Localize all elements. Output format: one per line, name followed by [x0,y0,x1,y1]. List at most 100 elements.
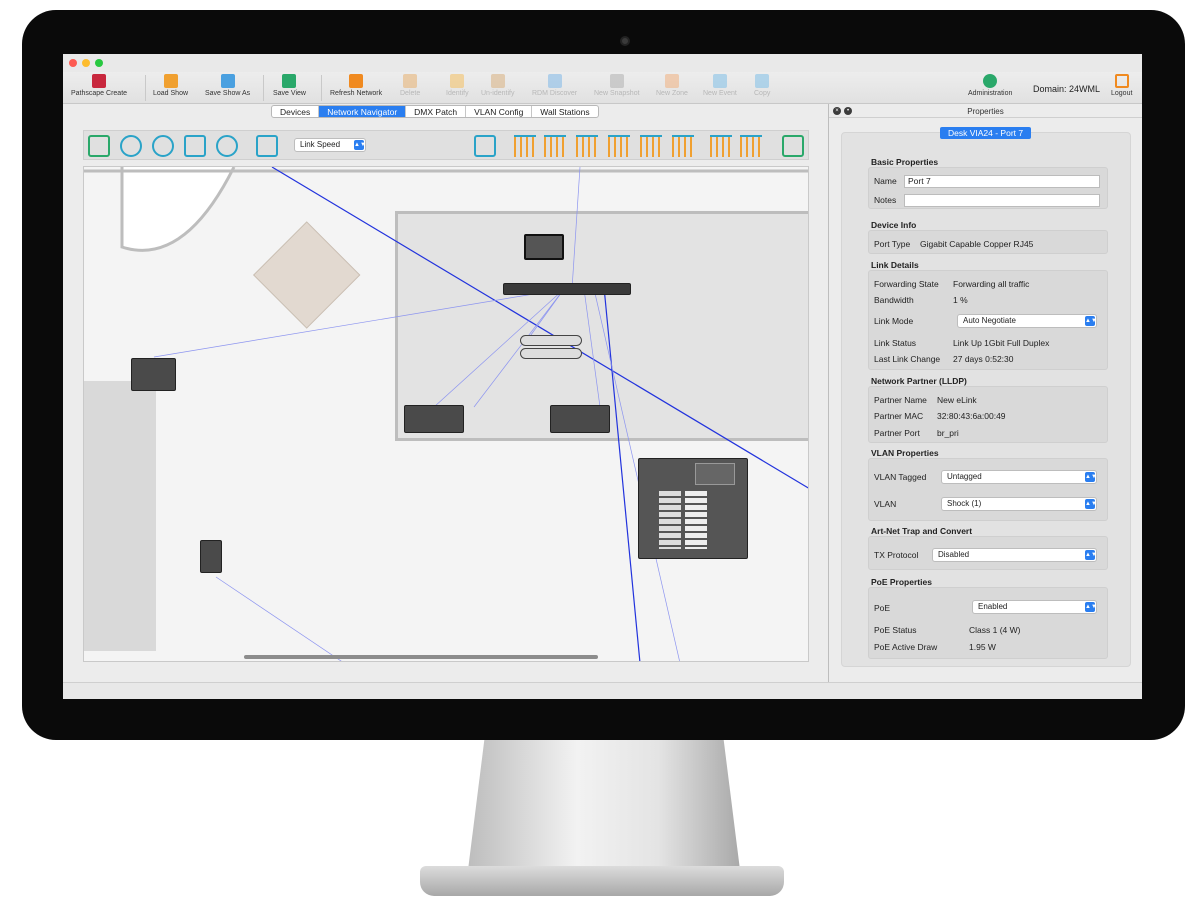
network-node[interactable] [520,348,582,359]
network-device[interactable] [131,358,176,391]
options-icon[interactable]: • [844,107,852,115]
toolbar-button-label: Save Show As [205,90,251,97]
toolbar-button-label: New Snapshot [594,90,640,97]
align-bottom-icon[interactable] [672,135,694,157]
tab-network-navigator[interactable]: Network Navigator [319,106,407,117]
copy-icon [755,74,770,88]
vlan-value: Shock (1) [947,499,982,508]
admin-icon [983,74,998,88]
select-all-icon[interactable] [474,135,496,157]
tab-wall-stations[interactable]: Wall Stations [532,106,597,117]
logout-label: Logout [1111,90,1133,97]
rdm-discover-button[interactable]: RDM Discover [532,74,577,102]
link-details-title: Link Details [871,260,919,270]
distribute-v-icon[interactable] [740,135,762,157]
poe-draw-value: 1.95 W [969,642,996,652]
align-right-icon[interactable] [576,135,598,157]
map-icon[interactable] [256,135,278,157]
view-tabs: Devices Network Navigator DMX Patch VLAN Co… [271,105,599,118]
overlay-select-value: Link Speed [300,140,341,149]
selected-item-pill: Desk VIA24 - Port 7 [940,127,1032,139]
refresh-network-button[interactable]: Refresh Network [330,74,382,102]
zoom-window-button[interactable] [95,59,103,67]
chevron-down-icon: ▲▼ [354,140,366,150]
network-node[interactable] [520,335,582,346]
save-show-as-button[interactable]: Save Show As [205,74,250,102]
link-mode-select[interactable]: Auto Negotiate ▲▼ [957,314,1097,328]
un-identify-button[interactable]: Un-identify [481,74,514,102]
identify-button[interactable]: Identify [446,74,469,102]
administration-button[interactable]: Administration [968,74,1012,102]
new-zone-button[interactable]: New Zone [656,74,688,102]
properties-panel: Desk VIA24 - Port 7 Basic Properties Nam… [841,127,1131,667]
lightbulb-icon [450,74,465,88]
name-field[interactable]: Port 7 [904,175,1100,188]
pathscape-create-button[interactable]: Pathscape Create [71,74,127,102]
align-center-v-icon[interactable] [640,135,662,157]
link-details-group: Forwarding State Forwarding all traffic … [868,270,1108,370]
trash-icon [403,74,418,88]
partner-port-label: Partner Port [874,428,920,438]
notes-field[interactable] [904,194,1100,207]
tab-dmx-patch[interactable]: DMX Patch [406,106,467,117]
load-show-button[interactable]: Load Show [153,74,188,102]
lock-icon[interactable] [782,135,804,157]
link-status-value: Link Up 1Gbit Full Duplex [953,338,1050,348]
close-window-button[interactable] [69,59,77,67]
poe-label: PoE [874,603,891,613]
partner-name-label: Partner Name [874,395,927,405]
refresh-icon [349,74,364,88]
align-left-icon[interactable] [514,135,536,157]
tab-vlan-config[interactable]: VLAN Config [466,106,533,117]
network-device[interactable] [550,405,610,433]
network-canvas[interactable] [83,166,809,662]
device-screen [695,463,735,485]
link-line [215,576,342,661]
copy-button[interactable]: Copy [754,74,770,102]
clock-icon [712,74,727,88]
logout-button[interactable]: Logout [1111,74,1132,102]
network-device[interactable] [200,540,222,573]
vlan-tagged-select[interactable]: Untagged ▲▼ [941,470,1097,484]
minimize-window-button[interactable] [82,59,90,67]
zoom-in-icon[interactable] [120,135,142,157]
poe-select[interactable]: Enabled ▲▼ [972,600,1097,614]
network-switch[interactable] [503,283,631,295]
poe-draw-label: PoE Active Draw [874,642,938,652]
vlan-title: VLAN Properties [871,448,939,458]
snapshot-icon [609,74,624,88]
network-device[interactable] [404,405,464,433]
rack-device[interactable] [638,458,748,559]
zoom-out-icon[interactable] [152,135,174,157]
new-event-button[interactable]: New Event [703,74,737,102]
link-mode-value: Auto Negotiate [963,316,1016,325]
toolbar-button-label: New Zone [656,90,688,97]
link-line [271,167,808,489]
main-toolbar: Administration Domain: 24WML Logout Path… [63,72,1142,104]
close-panel-icon[interactable]: × [833,107,841,115]
align-top-icon[interactable] [608,135,630,157]
tx-protocol-select[interactable]: Disabled ▲▼ [932,548,1097,562]
tab-devices[interactable]: Devices [272,106,320,117]
new-snapshot-button[interactable]: New Snapshot [594,74,640,102]
save-view-button[interactable]: Save View [273,74,306,102]
link-mode-label: Link Mode [874,316,914,326]
toolbar-button-label: New Event [703,90,737,97]
vlan-select[interactable]: Shock (1) ▲▼ [941,497,1097,511]
properties-title: Properties [967,107,1004,116]
network-device[interactable] [524,234,564,260]
distribute-h-icon[interactable] [710,135,732,157]
chevron-down-icon: ▲▼ [1085,499,1097,509]
overlay-select[interactable]: Link Speed ▲▼ [294,138,366,152]
toolbar-button-label: Refresh Network [330,90,383,97]
panel-divider[interactable] [828,104,829,682]
fit-to-window-icon[interactable] [88,135,110,157]
save-view-icon [282,74,297,88]
zoom-reset-icon[interactable] [216,135,238,157]
delete-button[interactable]: Delete [400,74,420,102]
horizontal-scrollbar[interactable] [244,655,598,659]
app-window: Administration Domain: 24WML Logout Path… [63,54,1142,699]
align-center-h-icon[interactable] [544,135,566,157]
zoom-rect-icon[interactable] [184,135,206,157]
partner-name-value: New eLink [937,395,977,405]
